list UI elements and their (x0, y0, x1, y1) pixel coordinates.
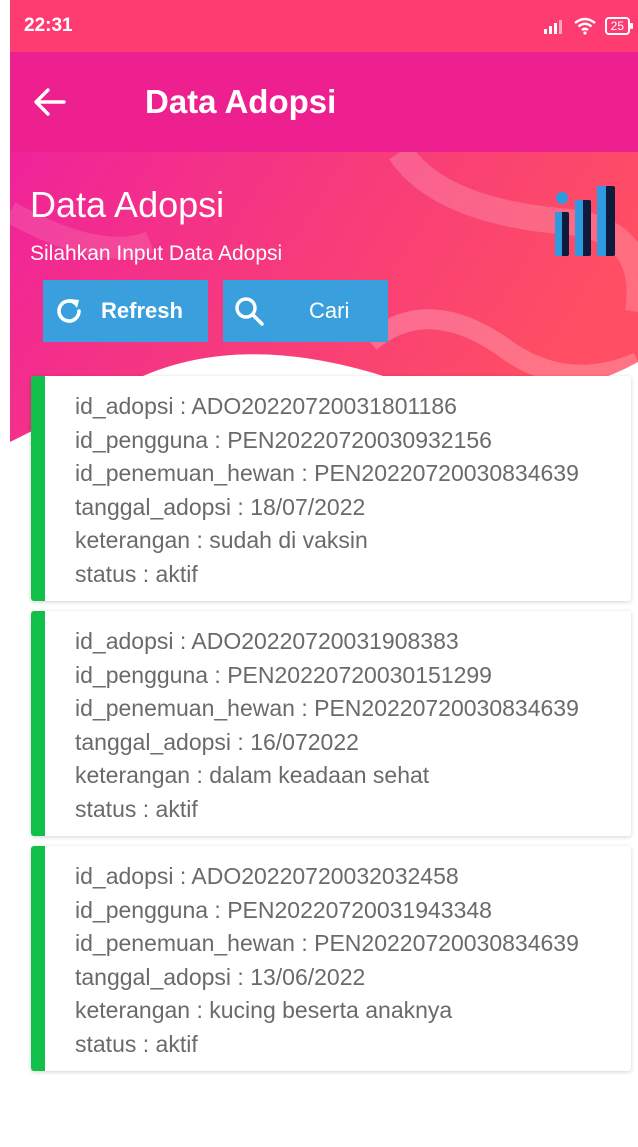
signal-icon (543, 20, 562, 34)
id-pengguna: id_pengguna : PEN20220720031943348 (75, 896, 492, 923)
tanggal-adopsi: tanggal_adopsi : 18/07/2022 (75, 493, 366, 520)
refresh-button[interactable]: Refresh (43, 280, 208, 342)
status-icons: 25 (543, 17, 634, 35)
status-bar: 22:31 25 (10, 0, 638, 52)
search-button[interactable]: Cari (223, 280, 388, 342)
adoption-card[interactable]: id_adopsi : ADO20220720032032458 id_peng… (31, 846, 631, 1071)
app-toolbar: Data Adopsi (10, 52, 638, 152)
keterangan: keterangan : kucing beserta anaknya (75, 997, 453, 1023)
adoption-list: id_adopsi : ADO20220720031801186 id_peng… (31, 376, 631, 1081)
back-button[interactable] (10, 52, 90, 152)
refresh-icon (51, 293, 87, 329)
tanggal-adopsi: tanggal_adopsi : 13/06/2022 (75, 963, 366, 990)
id-penemuan-hewan: id_penemuan_hewan : PEN20220720030834639 (75, 695, 579, 721)
status: status : aktif (75, 560, 198, 587)
search-icon (231, 293, 267, 329)
id-penemuan-hewan: id_penemuan_hewan : PEN20220720030834639 (75, 930, 579, 956)
adoption-card[interactable]: id_adopsi : ADO20220720031908383 id_peng… (31, 611, 631, 836)
id-penemuan-hewan: id_penemuan_hewan : PEN20220720030834639 (75, 460, 579, 486)
status: status : aktif (75, 795, 198, 822)
refresh-button-label: Refresh (101, 298, 183, 323)
battery-icon: 25 (604, 17, 634, 35)
id-adopsi: id_adopsi : ADO20220720031908383 (75, 628, 459, 654)
keterangan: keterangan : dalam keadaan sehat (75, 762, 430, 788)
header-subtitle: Silahkan Input Data Adopsi (30, 242, 283, 265)
toolbar-title: Data Adopsi (145, 83, 337, 120)
search-button-label: Cari (309, 298, 350, 323)
bar-chart-logo-icon (555, 186, 615, 256)
status-time: 22:31 (24, 15, 73, 36)
id-pengguna: id_pengguna : PEN20220720030151299 (75, 661, 492, 688)
status: status : aktif (75, 1030, 198, 1057)
adoption-card[interactable]: id_adopsi : ADO20220720031801186 id_peng… (31, 376, 631, 601)
id-pengguna: id_pengguna : PEN20220720030932156 (75, 426, 492, 453)
id-adopsi: id_adopsi : ADO20220720032032458 (75, 863, 459, 889)
keterangan: keterangan : sudah di vaksin (75, 527, 368, 553)
id-adopsi: id_adopsi : ADO20220720031801186 (75, 393, 457, 419)
wifi-icon (573, 17, 596, 35)
tanggal-adopsi: tanggal_adopsi : 16/072022 (75, 728, 359, 755)
header-title: Data Adopsi (30, 184, 225, 225)
arrow-left-icon (34, 88, 66, 116)
